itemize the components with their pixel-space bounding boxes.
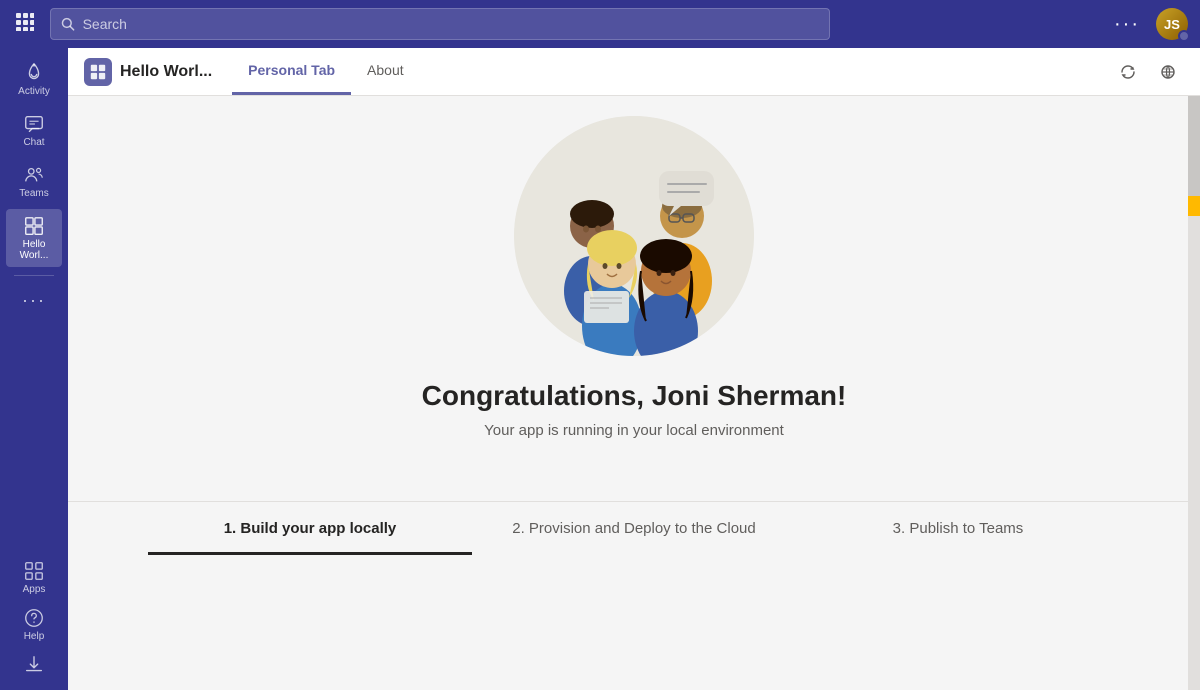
sidebar-item-hello-world[interactable]: Hello Worl...: [6, 209, 62, 267]
sidebar-teams-label: Teams: [19, 188, 48, 199]
header-actions: [1112, 56, 1184, 88]
sidebar-item-teams[interactable]: Teams: [6, 158, 62, 205]
hero-section: Congratulations, Joni Sherman! Your app …: [68, 96, 1200, 501]
sidebar-divider: [14, 275, 54, 276]
step-3[interactable]: 3. Publish to Teams: [796, 502, 1120, 555]
search-input[interactable]: [83, 16, 819, 32]
refresh-button[interactable]: [1112, 56, 1144, 88]
app-grid-icon: [89, 63, 107, 81]
sidebar-item-help[interactable]: Help: [6, 601, 62, 648]
sidebar-activity-label: Activity: [18, 86, 50, 97]
search-bar[interactable]: [50, 8, 830, 40]
step-1[interactable]: 1. Build your app locally: [148, 502, 472, 555]
main-layout: Activity Chat Teams: [0, 48, 1200, 690]
tab-about[interactable]: About: [351, 48, 420, 95]
app-tabs: Personal Tab About: [232, 48, 419, 95]
content-area: Hello Worl... Personal Tab About: [68, 48, 1200, 690]
congrats-subtitle: Your app is running in your local enviro…: [484, 422, 784, 439]
sidebar-item-activity[interactable]: Activity: [6, 56, 62, 103]
activity-icon: [23, 62, 45, 84]
scrollbar-track: [1188, 96, 1200, 690]
illustration: [514, 116, 754, 356]
grid-icon[interactable]: [12, 9, 38, 40]
step-1-label: 1. Build your app locally: [224, 520, 397, 537]
app-title: Hello Worl...: [120, 63, 212, 81]
download-icon: [23, 654, 45, 676]
more-icon: ···: [22, 290, 46, 311]
sidebar-hello-world-label: Hello Worl...: [10, 239, 58, 261]
sidebar-chat-label: Chat: [23, 137, 44, 148]
more-options-button[interactable]: ···: [1114, 13, 1140, 36]
sidebar-item-more[interactable]: ···: [6, 284, 62, 317]
app-content: Congratulations, Joni Sherman! Your app …: [68, 96, 1200, 690]
team-illustration: [514, 116, 754, 356]
hello-world-icon: [23, 215, 45, 237]
sidebar-bottom: Apps Help: [6, 554, 62, 682]
app-icon: [84, 58, 112, 86]
step-2[interactable]: 2. Provision and Deploy to the Cloud: [472, 502, 796, 555]
avatar[interactable]: JS: [1156, 8, 1188, 40]
sidebar-item-apps[interactable]: Apps: [6, 554, 62, 601]
sidebar: Activity Chat Teams: [0, 48, 68, 690]
apps-icon: [23, 560, 45, 582]
app-header: Hello Worl... Personal Tab About: [68, 48, 1200, 96]
sidebar-help-label: Help: [24, 631, 45, 642]
congrats-title: Congratulations, Joni Sherman!: [422, 380, 847, 412]
step-2-label: 2. Provision and Deploy to the Cloud: [512, 520, 755, 537]
sidebar-item-download[interactable]: [6, 648, 62, 682]
search-icon: [61, 17, 75, 31]
topbar: ··· JS: [0, 0, 1200, 48]
presence-badge: [1178, 30, 1190, 42]
globe-button[interactable]: [1152, 56, 1184, 88]
chat-icon: [23, 113, 45, 135]
sidebar-apps-label: Apps: [23, 584, 46, 595]
help-icon: [23, 607, 45, 629]
step-3-label: 3. Publish to Teams: [893, 520, 1024, 537]
scrollbar-handle[interactable]: [1188, 196, 1200, 216]
sidebar-item-chat[interactable]: Chat: [6, 107, 62, 154]
tab-personal-tab[interactable]: Personal Tab: [232, 48, 351, 95]
topbar-right: ··· JS: [1114, 8, 1188, 40]
refresh-icon: [1120, 64, 1136, 80]
steps-section: 1. Build your app locally 2. Provision a…: [68, 501, 1200, 555]
teams-icon: [23, 164, 45, 186]
globe-icon: [1160, 64, 1176, 80]
